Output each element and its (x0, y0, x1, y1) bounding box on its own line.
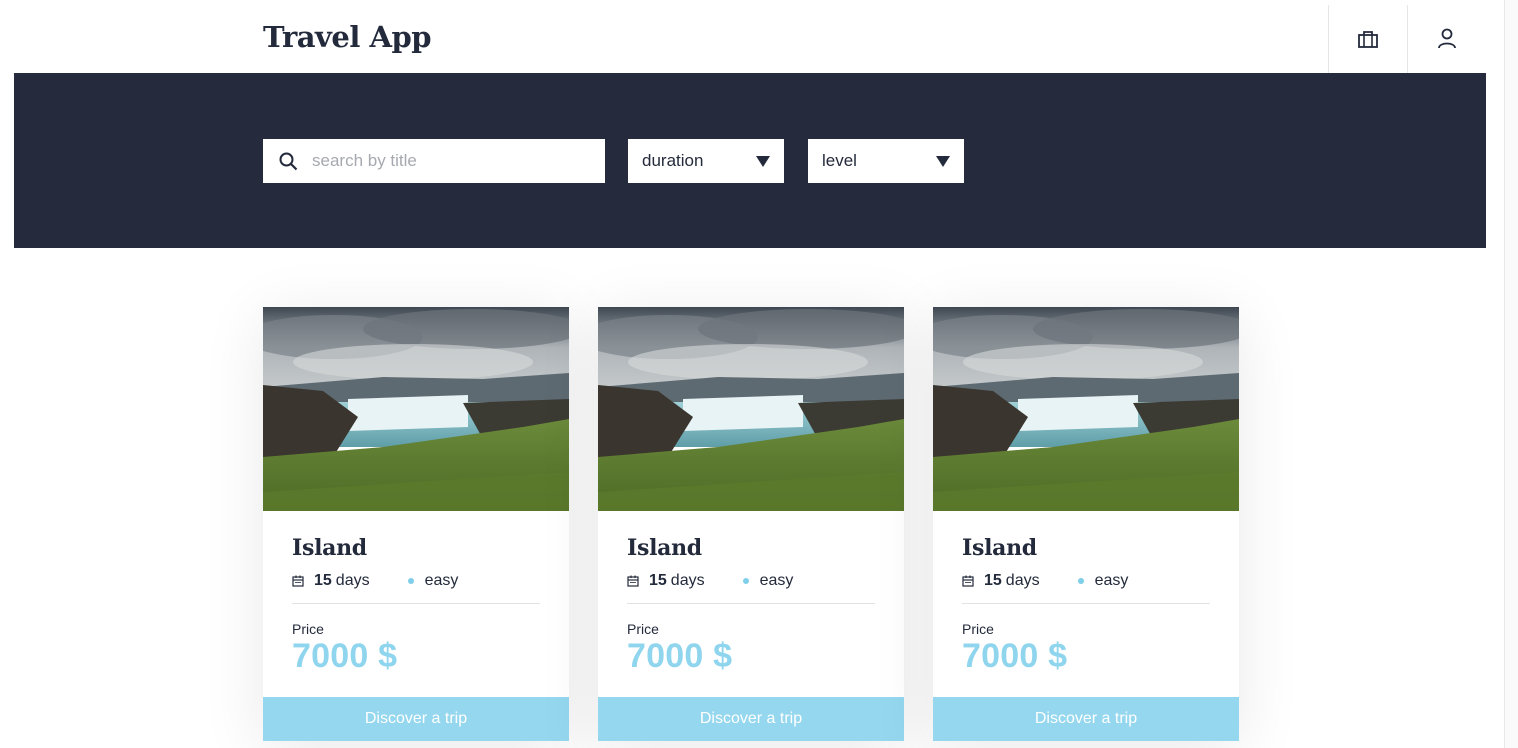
divider (962, 603, 1210, 604)
trip-duration: 15 days (962, 572, 1040, 590)
level-select-label: level (822, 151, 857, 170)
caret-down-icon (756, 155, 770, 167)
level-dot-icon (742, 578, 749, 584)
trip-duration-unit: days (1005, 572, 1040, 589)
search-icon (279, 152, 298, 170)
trip-price: 7000 $ (292, 637, 398, 675)
page: Travel App search by title duration leve… (0, 0, 1518, 748)
trip-title: Island (627, 535, 702, 561)
search-field[interactable] (263, 139, 605, 183)
trip-level-label: easy (424, 572, 459, 589)
trip-meta: 15 days easy (627, 571, 875, 593)
trip-level-label: easy (1094, 572, 1129, 589)
scrollbar[interactable] (1504, 0, 1518, 748)
price-label: Price (627, 621, 659, 637)
filter-bar: duration level (14, 73, 1486, 248)
duration-select-label: duration (642, 151, 704, 170)
level-dot-icon (407, 578, 414, 584)
trip-duration-value: 15 (649, 572, 667, 589)
trip-level: easy (1077, 572, 1129, 590)
trip-duration-value: 15 (314, 572, 332, 589)
trip-meta: 15 days easy (962, 571, 1210, 593)
trip-image (598, 307, 904, 511)
duration-select[interactable]: duration (628, 139, 784, 183)
discover-trip-button[interactable]: Discover a trip (933, 697, 1239, 741)
trip-card: Island 15 days easy Price 7000 $ Discove… (933, 307, 1239, 741)
profile-button[interactable] (1407, 5, 1486, 73)
search-input[interactable] (312, 151, 592, 171)
trip-duration: 15 days (627, 572, 705, 590)
discover-trip-button[interactable]: Discover a trip (598, 697, 904, 741)
divider (627, 603, 875, 604)
caret-down-icon (936, 155, 950, 167)
header: Travel App (0, 0, 1504, 73)
trip-list: Island 15 days easy Price 7000 $ Discove… (263, 307, 1239, 741)
bookings-button[interactable] (1328, 5, 1407, 73)
trip-duration-value: 15 (984, 572, 1002, 589)
trip-duration-unit: days (670, 572, 705, 589)
trip-price: 7000 $ (962, 637, 1068, 675)
app-logo[interactable]: Travel App (263, 20, 432, 54)
trip-card: Island 15 days easy Price 7000 $ Discove… (263, 307, 569, 741)
price-label: Price (962, 621, 994, 637)
level-dot-icon (1077, 578, 1084, 584)
trip-card-body: Island 15 days easy Price 7000 $ (933, 535, 1239, 676)
calendar-icon (962, 575, 974, 587)
trip-card: Island 15 days easy Price 7000 $ Discove… (598, 307, 904, 741)
user-icon (1438, 28, 1456, 49)
discover-trip-button[interactable]: Discover a trip (263, 697, 569, 741)
trip-card-body: Island 15 days easy Price 7000 $ (263, 535, 569, 676)
trip-meta: 15 days easy (292, 571, 540, 593)
trip-level: easy (742, 572, 794, 590)
trip-level-label: easy (759, 572, 794, 589)
trip-duration-unit: days (335, 572, 370, 589)
trip-image (933, 307, 1239, 511)
price-label: Price (292, 621, 324, 637)
trip-title: Island (292, 535, 367, 561)
trip-card-body: Island 15 days easy Price 7000 $ (598, 535, 904, 676)
header-nav (1328, 5, 1486, 73)
calendar-icon (627, 575, 639, 587)
trip-price: 7000 $ (627, 637, 733, 675)
divider (292, 603, 540, 604)
trip-title: Island (962, 535, 1037, 561)
briefcase-icon (1358, 31, 1378, 48)
trip-image (263, 307, 569, 511)
trip-duration: 15 days (292, 572, 370, 590)
trip-level: easy (407, 572, 459, 590)
calendar-icon (292, 575, 304, 587)
level-select[interactable]: level (808, 139, 964, 183)
